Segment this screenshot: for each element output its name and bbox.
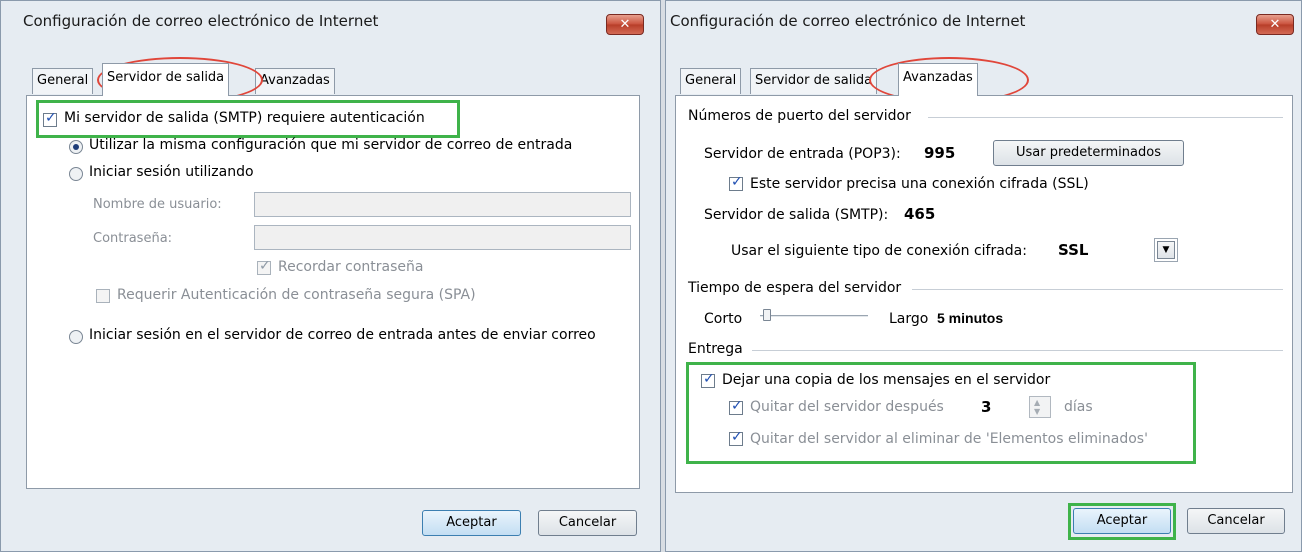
remove-deleted-label: Quitar del servidor al eliminar de 'Elem… bbox=[750, 431, 1148, 447]
delivery-group-label: Entrega bbox=[688, 341, 743, 357]
close-icon: ✕ bbox=[619, 17, 631, 32]
radio-login-using-label: Iniciar sesión utilizando bbox=[89, 164, 254, 180]
group-divider bbox=[752, 350, 1283, 351]
days-spinner[interactable]: ▲ ▼ bbox=[1029, 396, 1051, 418]
spin-down-icon: ▼ bbox=[1034, 407, 1041, 416]
ports-group-label: Números de puerto del servidor bbox=[688, 108, 911, 124]
tab-servidor-de-salida[interactable]: Servidor de salida bbox=[102, 63, 230, 96]
remove-after-label: Quitar del servidor después bbox=[750, 399, 944, 415]
timeout-long-label: Largo bbox=[889, 311, 929, 327]
password-field[interactable] bbox=[254, 225, 631, 250]
tab-avanzadas[interactable]: Avanzadas bbox=[255, 68, 335, 94]
checkmark-icon: ✓ bbox=[731, 429, 743, 445]
tab-servidor-de-salida[interactable]: Servidor de salida bbox=[750, 68, 878, 94]
tab-avanzadas[interactable]: Avanzadas bbox=[898, 63, 978, 96]
group-divider bbox=[928, 117, 1283, 118]
remember-password-label: Recordar contraseña bbox=[278, 259, 424, 275]
checkmark-icon: ✓ bbox=[731, 174, 743, 190]
tab-general[interactable]: General bbox=[32, 68, 94, 94]
username-label: Nombre de usuario: bbox=[93, 197, 222, 212]
cancel-button[interactable]: Cancelar bbox=[1187, 508, 1285, 534]
checkmark-icon: ✓ bbox=[45, 110, 57, 126]
radio-login-incoming[interactable] bbox=[69, 330, 83, 344]
title-bar: Configuración de correo electrónico de I… bbox=[666, 1, 1301, 43]
cancel-button[interactable]: Cancelar bbox=[538, 510, 637, 536]
close-button[interactable]: ✕ bbox=[1256, 14, 1294, 35]
username-field[interactable] bbox=[254, 192, 631, 217]
require-spa-checkbox[interactable] bbox=[96, 289, 110, 303]
tab-general[interactable]: General bbox=[680, 68, 742, 94]
ssl-required-label: Este servidor precisa una conexión cifra… bbox=[750, 176, 1089, 192]
incoming-server-label: Servidor de entrada (POP3): bbox=[704, 146, 901, 162]
ok-button[interactable]: Aceptar bbox=[422, 510, 521, 536]
timeout-value: 5 minutos bbox=[937, 310, 1004, 326]
outgoing-port-field[interactable]: 465 bbox=[904, 205, 935, 223]
ssl-required-checkbox[interactable]: ✓ bbox=[729, 174, 743, 191]
encryption-value: SSL bbox=[1058, 241, 1089, 259]
password-label: Contraseña: bbox=[93, 231, 173, 246]
remove-after-checkbox[interactable]: ✓ bbox=[729, 398, 743, 415]
encryption-dropdown[interactable]: ▼ bbox=[1154, 238, 1178, 262]
checkmark-icon: ✓ bbox=[731, 398, 743, 414]
radio-same-config[interactable] bbox=[69, 140, 83, 154]
right-dialog: Configuración de correo electrónico de I… bbox=[665, 0, 1302, 552]
smtp-auth-checkbox[interactable]: ✓ bbox=[43, 110, 57, 127]
incoming-port-field[interactable]: 995 bbox=[924, 144, 955, 162]
checkmark-icon: ✓ bbox=[259, 258, 271, 274]
remove-after-days-field[interactable]: 3 bbox=[981, 398, 991, 416]
remove-deleted-checkbox[interactable]: ✓ bbox=[729, 429, 743, 446]
timeout-slider-thumb[interactable] bbox=[763, 309, 771, 321]
ok-button[interactable]: Aceptar bbox=[1073, 508, 1171, 534]
outgoing-server-label: Servidor de salida (SMTP): bbox=[704, 207, 889, 223]
remember-password-checkbox[interactable]: ✓ bbox=[257, 258, 271, 275]
spin-up-icon: ▲ bbox=[1034, 398, 1041, 407]
leave-copy-checkbox[interactable]: ✓ bbox=[701, 371, 715, 388]
dialog-title: Configuración de correo electrónico de I… bbox=[23, 12, 379, 30]
days-label: días bbox=[1064, 399, 1093, 415]
encryption-label: Usar el siguiente tipo de conexión cifra… bbox=[731, 243, 1027, 259]
leave-copy-label: Dejar una copia de los mensajes en el se… bbox=[722, 372, 1051, 388]
smtp-auth-label: Mi servidor de salida (SMTP) requiere au… bbox=[64, 110, 425, 126]
require-spa-label: Requerir Autenticación de contraseña seg… bbox=[117, 287, 476, 303]
timeout-group-label: Tiempo de espera del servidor bbox=[688, 280, 902, 296]
checkmark-icon: ✓ bbox=[703, 371, 715, 387]
dialog-title: Configuración de correo electrónico de I… bbox=[670, 12, 1026, 30]
group-divider bbox=[912, 289, 1283, 290]
timeout-short-label: Corto bbox=[704, 311, 743, 327]
title-bar: Configuración de correo electrónico de I… bbox=[1, 1, 660, 43]
radio-login-incoming-label: Iniciar sesión en el servidor de correo … bbox=[89, 327, 596, 343]
chevron-down-icon: ▼ bbox=[1157, 241, 1175, 259]
timeout-slider-track[interactable] bbox=[760, 315, 868, 318]
left-dialog: Configuración de correo electrónico de I… bbox=[0, 0, 661, 552]
radio-same-config-label: Utilizar la misma configuración que mi s… bbox=[89, 137, 573, 153]
use-defaults-button[interactable]: Usar predeterminados bbox=[993, 140, 1184, 166]
radio-login-using[interactable] bbox=[69, 167, 83, 181]
close-button[interactable]: ✕ bbox=[606, 14, 644, 35]
close-icon: ✕ bbox=[1269, 17, 1281, 32]
